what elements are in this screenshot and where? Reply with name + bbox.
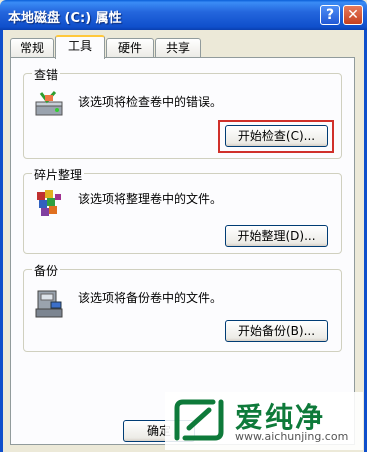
error-check-title: 查错 bbox=[32, 66, 61, 83]
tab-tools[interactable]: 工具 bbox=[55, 35, 105, 59]
error-check-description: 该选项将检查卷中的错误。 bbox=[78, 95, 223, 109]
highlight-frame bbox=[218, 120, 334, 153]
close-button[interactable]: ✕ bbox=[343, 5, 363, 25]
backup-icon bbox=[35, 290, 63, 318]
title-bar: 本地磁盘 (C:) 属性 ? ✕ bbox=[0, 0, 367, 30]
backup-title: 备份 bbox=[32, 262, 61, 279]
defrag-title: 碎片整理 bbox=[32, 166, 85, 183]
window-border-left bbox=[0, 30, 3, 452]
help-button[interactable]: ? bbox=[320, 5, 340, 25]
window-title: 本地磁盘 (C:) 属性 bbox=[8, 11, 122, 26]
watermark-url: www.aichunjing.com bbox=[235, 430, 349, 443]
watermark: 爱纯净 www.aichunjing.com bbox=[165, 392, 363, 450]
defrag-now-button[interactable]: 开始整理(D)... bbox=[225, 225, 328, 247]
backup-description: 该选项将备份卷中的文件。 bbox=[78, 291, 223, 305]
tab-sharing[interactable]: 共享 bbox=[155, 38, 201, 57]
watermark-logo-icon bbox=[174, 399, 224, 441]
defrag-icon bbox=[37, 190, 61, 216]
tab-hardware[interactable]: 硬件 bbox=[106, 38, 154, 57]
defrag-description: 该选项将整理卷中的文件。 bbox=[78, 192, 223, 206]
disk-check-icon bbox=[35, 91, 63, 116]
backup-now-button[interactable]: 开始备份(B)... bbox=[225, 320, 328, 342]
tab-general[interactable]: 常规 bbox=[10, 38, 54, 57]
